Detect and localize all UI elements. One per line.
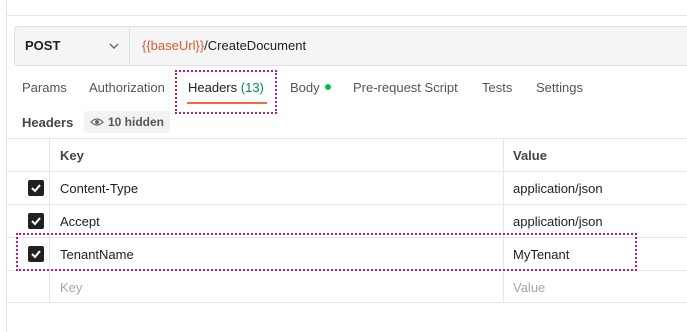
- column-divider: [49, 271, 50, 302]
- chevron-down-icon: [109, 43, 119, 49]
- eye-icon: [90, 118, 104, 126]
- header-key-field[interactable]: Content-Type: [60, 181, 138, 196]
- method-label: POST: [25, 38, 61, 53]
- row-enabled-checkbox[interactable]: [28, 213, 44, 229]
- tab-pre-request-script[interactable]: Pre-request Script: [353, 80, 458, 95]
- tab-label: Body: [290, 80, 320, 95]
- method-selector[interactable]: POST: [15, 27, 130, 65]
- tab-label: Tests: [482, 80, 513, 95]
- url-variable: {{baseUrl}}: [142, 38, 205, 53]
- column-divider: [503, 172, 504, 204]
- request-url-bar: POST {{baseUrl}}/CreateDocument: [14, 26, 687, 66]
- hidden-count-label: 10 hidden: [108, 115, 165, 129]
- table-header-row: Key Value: [6, 138, 687, 171]
- tab-settings[interactable]: Settings: [536, 80, 583, 95]
- request-tabs: Params Authorization Headers (13) Body P…: [0, 80, 687, 102]
- column-divider: [49, 172, 50, 204]
- new-value-input[interactable]: Value: [513, 280, 545, 295]
- column-header-key: Key: [60, 148, 84, 163]
- table-row: Content-Type application/json: [6, 171, 687, 204]
- checkmark-icon: [31, 184, 41, 193]
- header-key-field[interactable]: Accept: [60, 214, 100, 229]
- row-enabled-checkbox[interactable]: [28, 180, 44, 196]
- tab-label: Pre-request Script: [353, 80, 458, 95]
- body-indicator-dot: [324, 84, 331, 90]
- url-path: /CreateDocument: [204, 38, 307, 53]
- tab-authorization[interactable]: Authorization: [89, 80, 165, 95]
- highlight-outline-row: [16, 233, 637, 271]
- checkmark-icon: [31, 217, 41, 226]
- tab-label: Params: [22, 80, 67, 95]
- header-value-field[interactable]: application/json: [513, 181, 603, 196]
- tab-tests[interactable]: Tests: [482, 80, 512, 95]
- column-header-value: Value: [513, 148, 547, 163]
- header-value-field[interactable]: application/json: [513, 214, 603, 229]
- headers-section-title: Headers: [22, 115, 74, 130]
- tab-label: Authorization: [89, 80, 165, 95]
- highlight-outline-tab: [175, 70, 277, 114]
- new-key-input[interactable]: Key: [60, 280, 82, 295]
- tab-params[interactable]: Params: [22, 80, 67, 95]
- tab-label: Settings: [536, 80, 583, 95]
- url-input[interactable]: {{baseUrl}}/CreateDocument: [142, 38, 306, 53]
- panel-top-border: [6, 15, 687, 16]
- column-divider: [503, 271, 504, 302]
- column-divider: [49, 139, 50, 171]
- hidden-headers-toggle[interactable]: 10 hidden: [84, 111, 171, 133]
- tab-body[interactable]: Body: [290, 80, 331, 95]
- column-divider: [503, 139, 504, 171]
- table-row-new: Key Value: [6, 270, 687, 303]
